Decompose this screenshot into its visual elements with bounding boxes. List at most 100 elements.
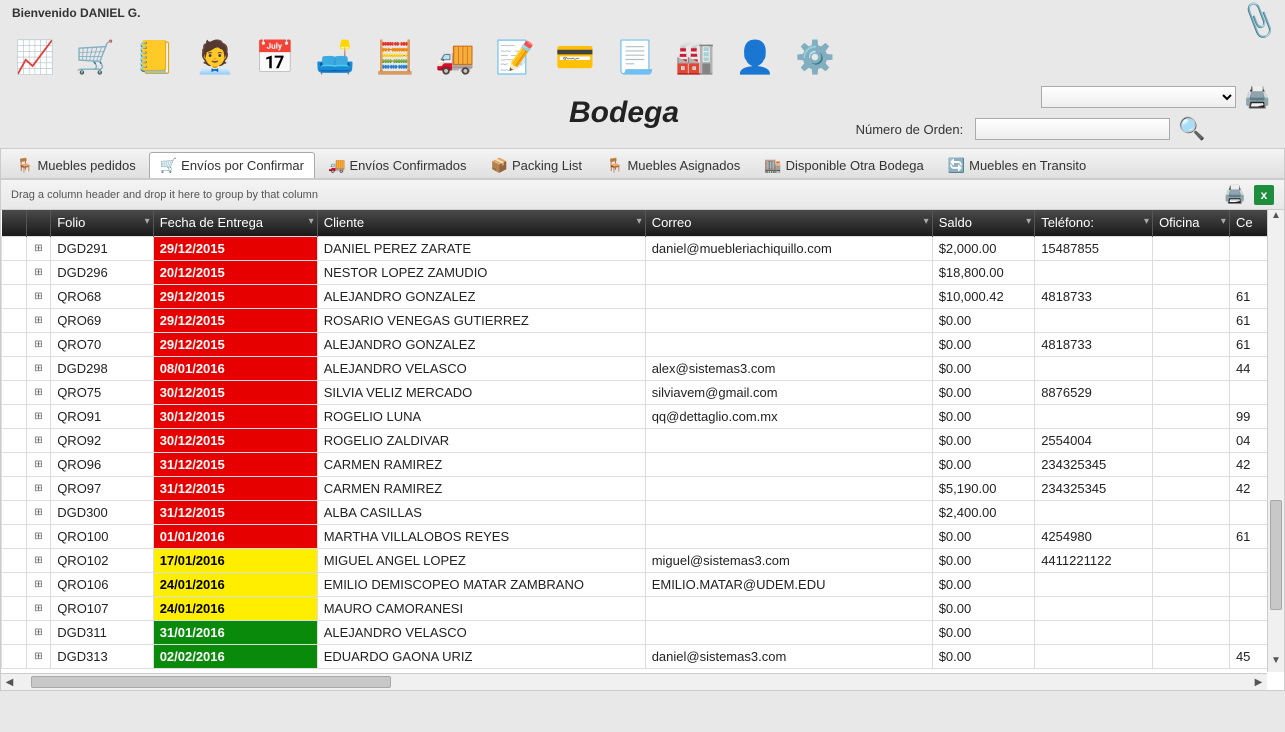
col-telefono[interactable]: Teléfono:▾ <box>1035 210 1153 236</box>
expand-cell[interactable] <box>2 332 27 356</box>
scroll-thumb[interactable] <box>1270 500 1282 610</box>
scroll-down-icon[interactable]: ▼ <box>1268 655 1284 672</box>
col-oficina[interactable]: Oficina▾ <box>1153 210 1230 236</box>
table-row[interactable]: ⊞QRO6929/12/2015ROSARIO VENEGAS GUTIERRE… <box>2 308 1271 332</box>
scroll-up-icon[interactable]: ▲ <box>1268 210 1284 227</box>
table-row[interactable]: ⊞QRO10001/01/2016MARTHA VILLALOBOS REYES… <box>2 524 1271 548</box>
expand-cell[interactable] <box>2 596 27 620</box>
customer-icon[interactable]: 👤 <box>734 36 776 78</box>
truck-icon[interactable]: 🚚 <box>434 36 476 78</box>
expand-cell[interactable] <box>2 260 27 284</box>
col-expand2[interactable] <box>26 210 51 236</box>
expand-cell[interactable]: ⊞ <box>26 524 51 548</box>
expand-cell[interactable]: ⊞ <box>26 452 51 476</box>
vertical-scrollbar[interactable]: ▲ ▼ <box>1267 210 1284 672</box>
expand-cell[interactable]: ⊞ <box>26 260 51 284</box>
grid-print-icon[interactable]: 🖨️ <box>1224 184 1246 205</box>
table-row[interactable]: ⊞QRO10624/01/2016EMILIO DEMISCOPEO MATAR… <box>2 572 1271 596</box>
card-icon[interactable]: 💳 <box>554 36 596 78</box>
expand-cell[interactable]: ⊞ <box>26 332 51 356</box>
horizontal-scrollbar[interactable]: ◀ ▶ <box>1 673 1267 690</box>
expand-cell[interactable]: ⊞ <box>26 284 51 308</box>
expand-cell[interactable]: ⊞ <box>26 356 51 380</box>
print-icon[interactable]: 🖨️ <box>1244 84 1271 110</box>
col-fecha[interactable]: Fecha de Entrega▾ <box>153 210 317 236</box>
col-correo[interactable]: Correo▾ <box>645 210 932 236</box>
expand-cell[interactable] <box>2 404 27 428</box>
expand-cell[interactable]: ⊞ <box>26 500 51 524</box>
tab-muebles-asignados[interactable]: 🪑Muebles Asignados <box>595 152 751 178</box>
calculator-icon[interactable]: 🧮 <box>374 36 416 78</box>
expand-cell[interactable]: ⊞ <box>26 404 51 428</box>
col-saldo[interactable]: Saldo▾ <box>932 210 1035 236</box>
expand-cell[interactable]: ⊞ <box>26 548 51 572</box>
col-cliente[interactable]: Cliente▾ <box>317 210 645 236</box>
expand-cell[interactable]: ⊞ <box>26 380 51 404</box>
table-row[interactable]: ⊞QRO7530/12/2015SILVIA VELIZ MERCADOsilv… <box>2 380 1271 404</box>
table-row[interactable]: ⊞DGD31302/02/2016EDUARDO GAONA URIZdanie… <box>2 644 1271 668</box>
expand-cell[interactable] <box>2 452 27 476</box>
expand-cell[interactable] <box>2 500 27 524</box>
table-row[interactable]: ⊞DGD31131/01/2016ALEJANDRO VELASCO$0.00 <box>2 620 1271 644</box>
table-row[interactable]: ⊞QRO9130/12/2015ROGELIO LUNAqq@dettaglio… <box>2 404 1271 428</box>
table-row[interactable]: ⊞QRO10217/01/2016MIGUEL ANGEL LOPEZmigue… <box>2 548 1271 572</box>
scroll-left-icon[interactable]: ◀ <box>1 674 18 690</box>
tab-muebles-pedidos[interactable]: 🪑Muebles pedidos <box>5 152 147 178</box>
sofa-icon[interactable]: 🛋️ <box>314 36 356 78</box>
table-row[interactable]: ⊞DGD29129/12/2015DANIEL PEREZ ZARATEdani… <box>2 236 1271 260</box>
scroll-right-icon[interactable]: ▶ <box>1250 674 1267 690</box>
search-icon[interactable]: 🔍 <box>1178 116 1205 142</box>
table-row[interactable]: ⊞QRO9731/12/2015CARMEN RAMIREZ$5,190.002… <box>2 476 1271 500</box>
calendar-icon[interactable]: 📅 <box>254 36 296 78</box>
export-excel-icon[interactable]: x <box>1254 185 1274 205</box>
expand-cell[interactable]: ⊞ <box>26 620 51 644</box>
expand-cell[interactable]: ⊞ <box>26 596 51 620</box>
order-number-input[interactable] <box>975 118 1170 140</box>
filter-icon[interactable]: ▾ <box>1221 216 1226 227</box>
expand-cell[interactable]: ⊞ <box>26 236 51 260</box>
table-row[interactable]: ⊞QRO10724/01/2016MAURO CAMORANESI$0.00 <box>2 596 1271 620</box>
expand-cell[interactable] <box>2 236 27 260</box>
edit-icon[interactable]: 📝 <box>494 36 536 78</box>
tab-muebles-transito[interactable]: 🔄Muebles en Transito <box>937 152 1098 178</box>
col-cel[interactable]: Ce <box>1229 210 1270 236</box>
expand-cell[interactable] <box>2 572 27 596</box>
cart-icon[interactable]: 🛒 <box>74 36 116 78</box>
tab-envios-confirmados[interactable]: 🚚Envíos Confirmados <box>317 152 478 178</box>
expand-cell[interactable] <box>2 620 27 644</box>
expand-cell[interactable] <box>2 428 27 452</box>
expand-cell[interactable]: ⊞ <box>26 308 51 332</box>
table-row[interactable]: ⊞QRO9230/12/2015ROGELIO ZALDIVAR$0.00255… <box>2 428 1271 452</box>
tab-packing-list[interactable]: 📦Packing List <box>480 152 594 178</box>
warehouse-select[interactable] <box>1041 86 1236 108</box>
tab-disponible-bodega[interactable]: 🏬Disponible Otra Bodega <box>753 152 934 178</box>
filter-icon[interactable]: ▾ <box>1026 216 1031 227</box>
tab-envios-confirmar[interactable]: 🛒Envíos por Confirmar <box>149 152 315 178</box>
filter-icon[interactable]: ▾ <box>309 216 314 227</box>
list-icon[interactable]: 📃 <box>614 36 656 78</box>
expand-cell[interactable] <box>2 380 27 404</box>
expand-cell[interactable] <box>2 284 27 308</box>
user-games-icon[interactable]: 🧑‍💼 <box>194 36 236 78</box>
table-row[interactable]: ⊞DGD29808/01/2016ALEJANDRO VELASCOalex@s… <box>2 356 1271 380</box>
gear-icon[interactable]: ⚙️ <box>794 36 836 78</box>
factory-icon[interactable]: 🏭 <box>674 36 716 78</box>
table-row[interactable]: ⊞QRO6829/12/2015ALEJANDRO GONZALEZ$10,00… <box>2 284 1271 308</box>
contacts-icon[interactable]: 📒 <box>134 36 176 78</box>
expand-cell[interactable] <box>2 524 27 548</box>
scroll-thumb[interactable] <box>31 676 391 688</box>
table-row[interactable]: ⊞QRO9631/12/2015CARMEN RAMIREZ$0.0023432… <box>2 452 1271 476</box>
expand-cell[interactable]: ⊞ <box>26 644 51 668</box>
table-row[interactable]: ⊞DGD29620/12/2015NESTOR LOPEZ ZAMUDIO$18… <box>2 260 1271 284</box>
expand-cell[interactable]: ⊞ <box>26 572 51 596</box>
table-row[interactable]: ⊞QRO7029/12/2015ALEJANDRO GONZALEZ$0.004… <box>2 332 1271 356</box>
table-row[interactable]: ⊞DGD30031/12/2015ALBA CASILLAS$2,400.00 <box>2 500 1271 524</box>
filter-icon[interactable]: ▾ <box>924 216 929 227</box>
group-drop-area[interactable]: Drag a column header and drop it here to… <box>1 180 1284 210</box>
col-expand[interactable] <box>2 210 27 236</box>
expand-cell[interactable] <box>2 548 27 572</box>
expand-cell[interactable] <box>2 644 27 668</box>
expand-cell[interactable]: ⊞ <box>26 476 51 500</box>
filter-icon[interactable]: ▾ <box>1144 216 1149 227</box>
expand-cell[interactable] <box>2 308 27 332</box>
